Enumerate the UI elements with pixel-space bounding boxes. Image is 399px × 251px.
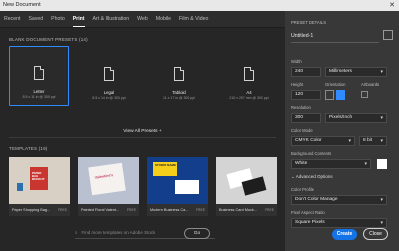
preset-size: 11 x 17 in @ 300 ppi xyxy=(163,96,195,100)
preset-details-panel: PRESET DETAILS Untitled-1 Width 240 Mill… xyxy=(285,11,399,251)
valentine-card-image: Valentine's xyxy=(88,162,126,196)
free-badge: FREE xyxy=(57,208,67,212)
templates-heading: TEMPLATES (19) xyxy=(9,146,48,151)
preset-size: 210 x 297 mm @ 300 ppi xyxy=(229,96,269,100)
go-button[interactable]: Go xyxy=(184,228,210,239)
color-profile-select[interactable]: Don't Color Manage xyxy=(291,195,387,205)
orientation-label: Orientation xyxy=(325,82,346,87)
advanced-options-toggle[interactable]: ⌄ Advanced Options xyxy=(291,174,333,180)
resolution-unit-select[interactable]: Pixels/Inch xyxy=(325,113,387,123)
template-card[interactable]: STUDIO NAME Modern Business Ca... FREE xyxy=(147,157,208,216)
preset-list: Letter 8.5 x 11 in @ 300 ppi Legal 8.5 x… xyxy=(9,46,279,106)
template-thumbnail: PAPER BAG MOCKUP xyxy=(9,157,70,204)
portrait-orientation-icon[interactable] xyxy=(325,90,334,100)
template-title: Modern Business Ca... xyxy=(150,208,189,212)
template-card[interactable]: PAPER BAG MOCKUP Paper Shopping Bag... F… xyxy=(9,157,70,216)
document-icon xyxy=(244,67,254,81)
height-input[interactable]: 120 xyxy=(291,90,321,100)
free-badge: FREE xyxy=(126,208,136,212)
preset-legal[interactable]: Legal 8.5 x 14 in @ 300 ppi xyxy=(79,46,139,106)
document-name-field[interactable]: Untitled-1 xyxy=(291,33,313,39)
small-bag-image xyxy=(17,183,23,191)
search-icon: ⌕ xyxy=(75,230,78,235)
color-mode-select[interactable]: CMYK Color xyxy=(291,136,355,146)
landscape-orientation-icon[interactable] xyxy=(336,90,345,100)
name-underline xyxy=(291,42,379,43)
width-unit-select[interactable]: Millimeters xyxy=(325,67,387,77)
tab-mobile[interactable]: Mobile xyxy=(156,12,171,26)
resolution-input[interactable]: 300 xyxy=(291,113,321,123)
tab-web[interactable]: Web xyxy=(137,12,148,26)
preset-size: 8.5 x 14 in @ 300 ppi xyxy=(92,96,126,100)
tab-recent[interactable]: Recent xyxy=(4,12,20,26)
create-button[interactable]: Create xyxy=(332,229,357,240)
pixel-aspect-label: Pixel Aspect Ratio xyxy=(291,210,325,215)
preset-size: 8.5 x 11 in @ 300 ppi xyxy=(22,95,56,99)
bit-depth-select[interactable]: 8 bit xyxy=(359,136,387,146)
details-heading: PRESET DETAILS xyxy=(291,20,326,25)
preset-name: Legal xyxy=(103,90,115,95)
background-color-swatch[interactable] xyxy=(377,159,387,169)
width-input[interactable]: 240 xyxy=(291,67,321,77)
tab-film-video[interactable]: Film & Video xyxy=(179,12,208,26)
resolution-label: Resolution xyxy=(291,105,311,110)
background-select[interactable]: White xyxy=(291,159,371,169)
tab-saved[interactable]: Saved xyxy=(28,12,43,26)
template-card[interactable]: Business Card Mock... FREE xyxy=(216,157,277,216)
template-thumbnail: STUDIO NAME xyxy=(147,157,208,204)
template-thumbnail xyxy=(216,157,277,204)
pixel-aspect-select[interactable]: Square Pixels xyxy=(291,218,387,228)
window-title: New Document xyxy=(3,2,41,8)
shopping-bag-image: PAPER BAG MOCKUP xyxy=(30,167,48,190)
document-icon xyxy=(34,66,44,80)
business-card-image: STUDIO NAME xyxy=(153,162,177,176)
free-badge: FREE xyxy=(195,208,205,212)
width-label: Width xyxy=(291,59,302,64)
template-list: PAPER BAG MOCKUP Paper Shopping Bag... F… xyxy=(9,157,277,216)
tab-art-illustration[interactable]: Art & Illustration xyxy=(93,12,130,26)
preset-name: A4 xyxy=(246,90,252,95)
preset-name: Letter xyxy=(33,89,45,94)
template-title: Painted Floral Valent... xyxy=(81,208,120,212)
preset-letter[interactable]: Letter 8.5 x 11 in @ 300 ppi xyxy=(9,46,69,106)
divider xyxy=(9,137,276,138)
business-card-back-image xyxy=(175,180,199,194)
chevron-down-icon: ⌄ xyxy=(291,174,295,179)
color-profile-label: Color Profile xyxy=(291,187,315,192)
tab-print[interactable]: Print xyxy=(72,12,85,27)
document-icon xyxy=(174,67,184,81)
background-label: Background Contents xyxy=(291,151,332,156)
document-icon xyxy=(104,67,114,81)
save-preset-icon[interactable] xyxy=(383,30,393,40)
tab-photo[interactable]: Photo xyxy=(51,12,65,26)
color-mode-label: Color Mode xyxy=(291,128,313,133)
free-badge: FREE xyxy=(264,208,274,212)
advanced-options-label: Advanced Options xyxy=(295,174,333,179)
search-placeholder: Find more templates on Adobe Stock xyxy=(81,230,156,235)
close-button[interactable]: Close xyxy=(363,228,388,240)
category-tabs: Recent Saved Photo Print Art & Illustrat… xyxy=(0,11,285,28)
preset-a4[interactable]: A4 210 x 297 mm @ 300 ppi xyxy=(219,46,279,106)
window-titlebar: New Document ✕ xyxy=(0,0,399,11)
height-label: Height xyxy=(291,82,304,87)
preset-tabloid[interactable]: Tabloid 11 x 17 in @ 300 ppi xyxy=(149,46,209,106)
preset-name: Tabloid xyxy=(172,90,186,95)
artboards-checkbox[interactable] xyxy=(361,91,368,98)
template-title: Business Card Mock... xyxy=(219,208,257,212)
presets-heading: BLANK DOCUMENT PRESETS (14) xyxy=(9,37,88,42)
view-all-presets-link[interactable]: View All Presets + xyxy=(0,129,285,134)
template-title: Paper Shopping Bag... xyxy=(12,208,51,212)
template-card[interactable]: Valentine's Painted Floral Valent... FRE… xyxy=(78,157,139,216)
artboards-label: Artboards xyxy=(361,82,380,87)
close-icon[interactable]: ✕ xyxy=(389,0,395,11)
template-thumbnail: Valentine's xyxy=(78,157,139,204)
main-panel: Recent Saved Photo Print Art & Illustrat… xyxy=(0,11,285,251)
